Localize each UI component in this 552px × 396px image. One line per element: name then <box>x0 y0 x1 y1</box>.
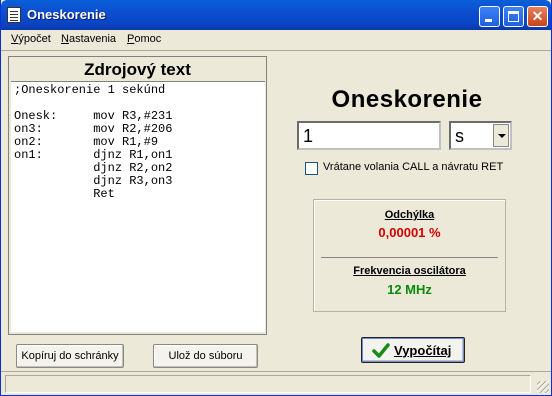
menu-vypocet[interactable]: Výpočet <box>11 33 51 45</box>
status-field <box>5 375 531 393</box>
calculate-button[interactable]: Vypočítaj <box>361 337 465 363</box>
checkmark-icon <box>372 343 390 358</box>
unit-select[interactable]: s <box>449 121 512 150</box>
source-panel: Zdrojový text ;Oneskorenie 1 sekúnd Ones… <box>8 56 267 335</box>
window-title: Oneskorenie <box>27 7 106 22</box>
include-call-label[interactable]: Vrátane volania CALL a návratu RET <box>323 161 503 173</box>
status-bar <box>1 371 551 395</box>
close-button[interactable]: ✕ <box>527 6 548 27</box>
maximize-button[interactable] <box>503 6 524 27</box>
deviation-label: Odchýlka <box>384 209 435 221</box>
menu-nastavenia[interactable]: Nastavenia <box>61 33 116 45</box>
close-icon: ✕ <box>531 8 544 24</box>
copy-to-clipboard-button[interactable]: Kopíruj do schránky <box>16 344 124 368</box>
title-bar[interactable]: Oneskorenie ✕ <box>1 0 551 30</box>
chevron-down-icon[interactable] <box>493 124 509 147</box>
save-to-file-button[interactable]: Ulož do súboru <box>153 344 258 368</box>
source-code-textarea[interactable]: ;Oneskorenie 1 sekúnd Onesk: mov R3,#231… <box>11 81 265 332</box>
document-icon <box>7 7 21 23</box>
main-window: Oneskorenie ✕ Výpočet Nastavenia Pomoc Z… <box>0 0 552 396</box>
menu-bar: Výpočet Nastavenia Pomoc <box>5 31 549 49</box>
delay-title: Oneskorenie <box>331 86 483 113</box>
frequency-value: 12 MHz <box>387 282 432 297</box>
results-divider <box>321 257 498 258</box>
unit-select-value: s <box>455 126 464 146</box>
include-call-checkbox[interactable] <box>305 162 318 175</box>
delay-value-input[interactable]: 1 <box>297 121 441 150</box>
calculate-label: Vypočítaj <box>394 343 452 358</box>
results-panel: Odchýlka 0,00001 % Frekvencia oscilátora… <box>313 199 506 312</box>
minimize-icon <box>485 19 492 22</box>
menu-pomoc[interactable]: Pomoc <box>127 33 161 45</box>
resize-grip-icon[interactable] <box>537 381 549 393</box>
frequency-label: Frekvencia oscilátora <box>353 265 466 277</box>
menu-divider <box>1 50 551 51</box>
source-heading: Zdrojový text <box>84 60 191 79</box>
minimize-button[interactable] <box>479 6 500 27</box>
deviation-value: 0,00001 % <box>378 225 441 240</box>
maximize-icon <box>508 11 519 22</box>
